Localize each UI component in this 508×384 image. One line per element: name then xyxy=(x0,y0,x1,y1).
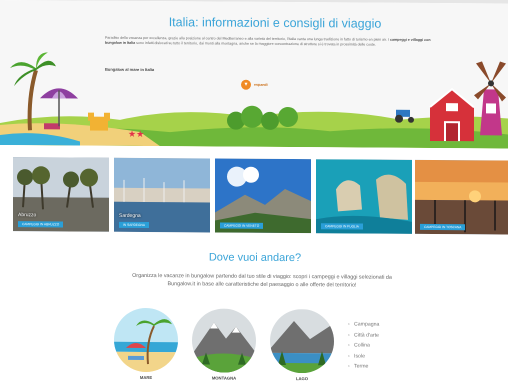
list-item-label: Campagna xyxy=(354,321,380,328)
page-title: Italia: informazioni e consigli di viagg… xyxy=(168,15,382,31)
region-card[interactable]: Abruzzo CAMPEGGI IN ABRUZZO xyxy=(13,157,109,232)
category-lago[interactable] xyxy=(270,308,334,374)
windmill-icon xyxy=(474,61,506,136)
category-label: MONTAGNA xyxy=(211,375,237,381)
region-card[interactable]: CAMPEGGI IN TOSCANA xyxy=(415,159,508,235)
region-card[interactable]: CAMPEGGI IN PUGLIA xyxy=(316,159,412,234)
list-item[interactable]: › Collina xyxy=(348,340,379,351)
list-item-label: Isole xyxy=(354,352,365,360)
beach-umbrella-icon xyxy=(40,88,78,127)
starfish-icon: ★★ xyxy=(128,129,144,139)
category-mare[interactable] xyxy=(114,307,178,373)
lake-icon xyxy=(270,308,334,374)
region-name: Abruzzo xyxy=(18,212,37,219)
list-item[interactable]: › Terme xyxy=(348,361,379,372)
page: Italia: informazioni e consigli di viagg… xyxy=(0,0,508,384)
list-item[interactable]: › Campagna xyxy=(348,319,379,330)
region-card[interactable]: Sardegna IN SARDEGNA xyxy=(114,157,210,233)
category-montagna[interactable] xyxy=(192,308,256,373)
more-link[interactable]: Bungalow al mare in Italia xyxy=(105,67,154,72)
category-label: LAGO xyxy=(295,376,309,382)
section-title: Dove vuoi andare? xyxy=(208,251,302,265)
list-item-label: Terme xyxy=(354,363,369,370)
section-text: Organizza le vacanze in bungalow partend… xyxy=(132,272,392,289)
list-item[interactable]: › Isole xyxy=(348,351,379,362)
intro-text: Paradiso della vacanza per eccellenza, g… xyxy=(105,36,435,49)
region-button[interactable]: CAMPEGGI IN ABRUZZO xyxy=(18,221,64,228)
beach-icon xyxy=(114,307,178,373)
svg-text:★★: ★★ xyxy=(128,129,144,139)
region-button[interactable]: CAMPEGGI IN PUGLIA xyxy=(321,223,363,230)
region-button[interactable]: CAMPEGGI IN TOSCANA xyxy=(420,223,466,231)
region-card[interactable]: CAMPEGGI IN VENETO xyxy=(215,158,311,234)
category-list: › Campagna › Città d'arte › Collina › Isole … xyxy=(348,319,379,372)
category-label: MARE xyxy=(139,374,153,381)
list-item[interactable]: › Città d'arte xyxy=(348,330,379,341)
tractor-icon xyxy=(395,109,414,123)
region-cards: Abruzzo CAMPEGGI IN ABRUZZO Sardegna IN … xyxy=(13,157,508,235)
region-button[interactable]: IN SARDEGNA xyxy=(119,221,149,229)
mountain-icon xyxy=(192,308,256,373)
region-button[interactable]: CAMPEGGI IN VENETO xyxy=(220,222,264,229)
region-name: Sardegna xyxy=(119,212,141,219)
red-barn-icon xyxy=(429,87,475,142)
hero-banner: Italia: informazioni e consigli di viagg… xyxy=(0,0,508,149)
intro-text-rest: sono infatti dislocati su tutto il terri… xyxy=(135,41,376,48)
list-item-label: Città d'arte xyxy=(354,331,379,339)
sandcastle-icon xyxy=(88,112,110,131)
list-item-label: Collina xyxy=(354,342,370,349)
